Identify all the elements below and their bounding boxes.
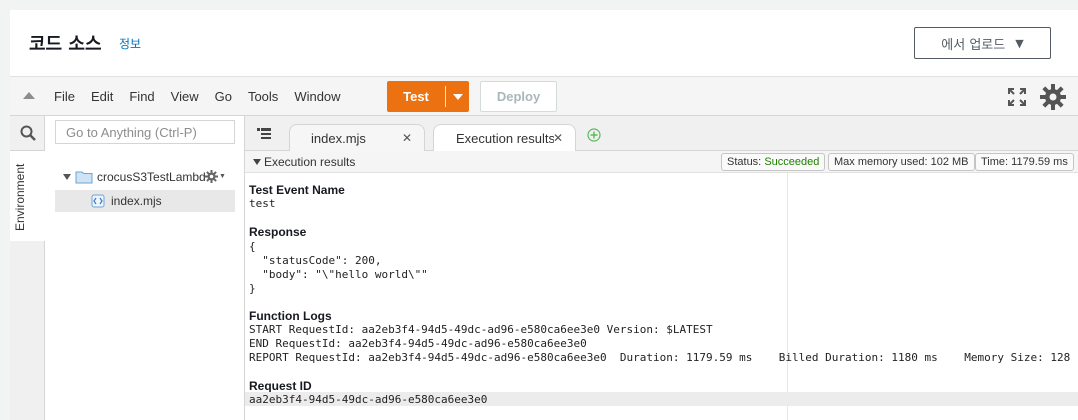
tab-label: Execution results	[456, 131, 554, 146]
gear-icon	[205, 170, 218, 183]
test-button-label: Test	[403, 89, 429, 104]
test-button-divider	[445, 86, 446, 107]
time-badge: Time: 1179.59 ms	[975, 153, 1074, 171]
caret-down-icon: ▼	[1015, 36, 1024, 50]
memory-badge: Max memory used: 102 MB	[828, 153, 975, 171]
menu-window[interactable]: Window	[294, 89, 340, 104]
folder-icon	[75, 171, 93, 184]
close-icon[interactable]: ✕	[553, 131, 563, 145]
logs-heading: Function Logs	[249, 309, 332, 323]
menu-go[interactable]: Go	[215, 89, 232, 104]
menu-items: File Edit Find View Go Tools Window	[54, 89, 357, 104]
collapse-triangle-icon[interactable]	[253, 159, 261, 165]
tree-file-index[interactable]: index.mjs	[55, 190, 235, 212]
results-toolbar: Execution results Status: Succeeded Max …	[245, 151, 1078, 173]
response-line: "statusCode": 200,	[249, 254, 382, 267]
tree-settings[interactable]: ▼	[205, 170, 226, 183]
upload-from-button[interactable]: 에서 업로드 ▼	[914, 27, 1051, 59]
caret-down-icon	[452, 93, 463, 100]
event-heading: Test Event Name	[249, 183, 345, 197]
section-header: 코드 소스 정보 에서 업로드 ▼	[10, 10, 1078, 76]
page-title: 코드 소스	[29, 34, 102, 55]
gear-icon[interactable]	[1040, 84, 1066, 110]
response-heading: Response	[249, 225, 307, 239]
tab-environment[interactable]: Environment	[10, 151, 45, 241]
close-icon[interactable]: ✕	[402, 131, 412, 145]
add-tab-icon[interactable]	[587, 128, 601, 142]
status-badge: Status: Succeeded	[721, 153, 826, 171]
ide-menubar: File Edit Find View Go Tools Window Test…	[10, 76, 1078, 116]
search-icon	[20, 125, 36, 141]
menu-tools[interactable]: Tools	[248, 89, 278, 104]
editor-area: index.mjs ✕ Execution results ✕ Executio…	[245, 116, 1078, 420]
upload-button-label: 에서 업로드	[941, 37, 1006, 53]
execution-results-output: Test Event Name test Response { "statusC…	[245, 173, 1078, 420]
menu-file[interactable]: File	[54, 89, 75, 104]
js-file-icon	[91, 194, 105, 208]
tab-label: index.mjs	[311, 130, 366, 146]
file-tree: Go to Anything (Ctrl-P) crocusS3TestLamb…	[45, 116, 245, 420]
menu-view[interactable]: View	[171, 89, 199, 104]
log-line: REPORT RequestId: aa2eb3f4-94d5-49dc-ad9…	[249, 351, 1071, 364]
search-toggle[interactable]	[10, 116, 45, 151]
request-value[interactable]: aa2eb3f4-94d5-49dc-ad96-e580ca6ee3e0	[249, 393, 487, 406]
collapse-arrow-icon[interactable]	[23, 92, 35, 99]
response-line: {	[249, 240, 256, 253]
tabs-menu-icon[interactable]	[257, 128, 271, 140]
goto-anything-input[interactable]: Go to Anything (Ctrl-P)	[55, 120, 235, 144]
code-source-panel: 코드 소스 정보 에서 업로드 ▼ File Edit Find View Go…	[10, 10, 1078, 420]
menu-edit[interactable]: Edit	[91, 89, 113, 104]
tab-index-mjs[interactable]: index.mjs ✕	[289, 124, 425, 151]
test-button[interactable]: Test	[387, 81, 469, 112]
editor-tab-bar: index.mjs ✕ Execution results ✕	[245, 116, 1078, 152]
root-folder-label: crocusS3TestLambd	[97, 170, 206, 184]
expand-triangle-icon[interactable]	[63, 174, 71, 180]
log-line: END RequestId: aa2eb3f4-94d5-49dc-ad96-e…	[249, 337, 587, 350]
tree-root-folder[interactable]: crocusS3TestLambd	[63, 170, 206, 184]
tab-execution-results[interactable]: Execution results ✕	[433, 124, 576, 152]
menu-find[interactable]: Find	[129, 89, 154, 104]
info-link[interactable]: 정보	[119, 35, 141, 52]
left-panel-strip: Environment	[10, 116, 45, 420]
file-name: index.mjs	[111, 194, 162, 208]
test-dropdown-toggle[interactable]	[446, 93, 469, 100]
status-value: Succeeded	[764, 156, 820, 168]
deploy-button[interactable]: Deploy	[480, 81, 557, 112]
event-value: test	[249, 197, 276, 210]
response-line: "body": "\"hello world\""	[249, 268, 428, 281]
log-line: START RequestId: aa2eb3f4-94d5-49dc-ad96…	[249, 323, 713, 336]
environment-tab-label: Environment	[13, 163, 27, 231]
print-margin-line	[787, 173, 788, 420]
response-line: }	[249, 282, 256, 295]
status-label: Status:	[727, 156, 762, 168]
fullscreen-icon[interactable]	[1008, 88, 1026, 106]
caret-down-icon: ▼	[219, 173, 226, 180]
results-title: Execution results	[264, 155, 356, 169]
request-heading: Request ID	[249, 379, 312, 393]
